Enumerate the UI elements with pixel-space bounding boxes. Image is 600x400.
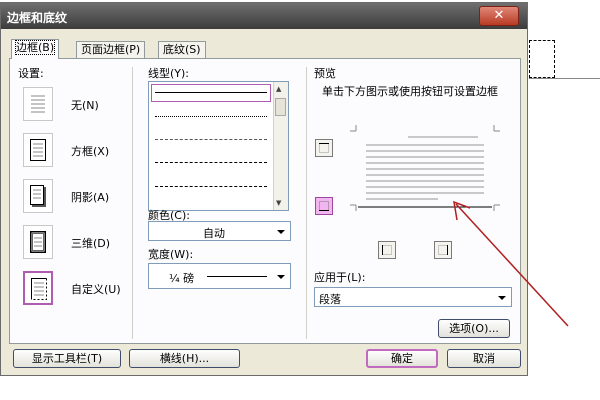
preview-hint: 单击下方图示或使用按钮可设置边框 bbox=[322, 85, 498, 98]
setting-box-icon bbox=[23, 133, 53, 167]
tab-page-border[interactable]: 页面边框(P) bbox=[76, 41, 146, 58]
line-option-dotted[interactable] bbox=[155, 116, 267, 117]
scroll-up-icon[interactable]: ▲ bbox=[276, 85, 281, 93]
background-line bbox=[529, 78, 600, 79]
setting-shadow[interactable]: 阴影(A) bbox=[23, 179, 133, 215]
setting-label: 三维(D) bbox=[71, 237, 111, 250]
line-option-dash-dot[interactable] bbox=[155, 186, 267, 187]
horizontal-line-button[interactable]: 横线(H)... bbox=[129, 349, 240, 368]
width-line-sample bbox=[207, 276, 267, 277]
tab-shading[interactable]: 底纹(S) bbox=[158, 41, 206, 58]
line-type-label: 线型(Y): bbox=[148, 67, 190, 80]
width-label: 宽度(W): bbox=[148, 248, 194, 261]
setting-label: 自定义(U) bbox=[71, 283, 121, 296]
setting-none-icon bbox=[23, 87, 53, 121]
settings-heading: 设置: bbox=[18, 67, 44, 80]
line-option-dashed[interactable] bbox=[155, 162, 267, 163]
background-dashed-box bbox=[529, 40, 555, 78]
color-value: 自动 bbox=[203, 227, 225, 240]
setting-box[interactable]: 方框(X) bbox=[23, 133, 133, 169]
divider bbox=[306, 67, 307, 339]
title-bar: 边框和底纹 ✕ bbox=[1, 3, 527, 29]
show-toolbar-button[interactable]: 显示工具栏(T) bbox=[13, 349, 121, 368]
width-value: ¼ 磅 bbox=[169, 272, 195, 285]
window-title: 边框和底纹 bbox=[7, 11, 68, 25]
setting-none[interactable]: 无(N) bbox=[23, 87, 133, 123]
line-list-scrollbar[interactable]: ▲ ▼ bbox=[273, 82, 288, 210]
bottom-border-icon bbox=[319, 201, 329, 211]
close-icon: ✕ bbox=[493, 8, 505, 23]
close-button[interactable]: ✕ bbox=[479, 6, 519, 26]
setting-custom-icon bbox=[23, 271, 53, 305]
setting-3d-icon bbox=[23, 225, 53, 259]
apply-to-value: 段落 bbox=[319, 293, 341, 306]
setting-shadow-icon bbox=[23, 179, 53, 213]
ok-button[interactable]: 确定 bbox=[366, 349, 438, 368]
line-style-list[interactable]: ▲ ▼ bbox=[148, 81, 289, 211]
chevron-down-icon bbox=[277, 275, 285, 279]
scroll-thumb[interactable] bbox=[275, 98, 286, 116]
setting-custom[interactable]: 自定义(U) bbox=[23, 271, 133, 307]
line-option-selected[interactable] bbox=[151, 84, 271, 102]
chevron-down-icon bbox=[277, 230, 285, 234]
line-option-dash-small[interactable] bbox=[155, 139, 267, 140]
top-border-button[interactable] bbox=[315, 139, 333, 157]
setting-label: 阴影(A) bbox=[71, 191, 110, 204]
color-dropdown[interactable]: 自动 bbox=[148, 221, 291, 241]
setting-label: 方框(X) bbox=[71, 145, 110, 158]
tab-borders[interactable]: 边框(B) bbox=[11, 39, 60, 59]
scroll-down-icon[interactable]: ▼ bbox=[276, 199, 281, 207]
setting-label: 无(N) bbox=[71, 99, 99, 112]
apply-to-label: 应用于(L): bbox=[314, 271, 366, 284]
width-dropdown[interactable]: ¼ 磅 bbox=[148, 263, 291, 289]
top-border-icon bbox=[319, 143, 329, 153]
preview-heading: 预览 bbox=[314, 67, 336, 80]
line-option-solid[interactable] bbox=[155, 92, 267, 93]
cancel-button[interactable]: 取消 bbox=[447, 349, 521, 368]
left-border-button[interactable] bbox=[378, 241, 396, 259]
bottom-border-button[interactable] bbox=[315, 197, 333, 215]
setting-3d[interactable]: 三维(D) bbox=[23, 225, 133, 261]
annotation-arrow bbox=[453, 200, 569, 327]
left-border-icon bbox=[382, 245, 392, 255]
